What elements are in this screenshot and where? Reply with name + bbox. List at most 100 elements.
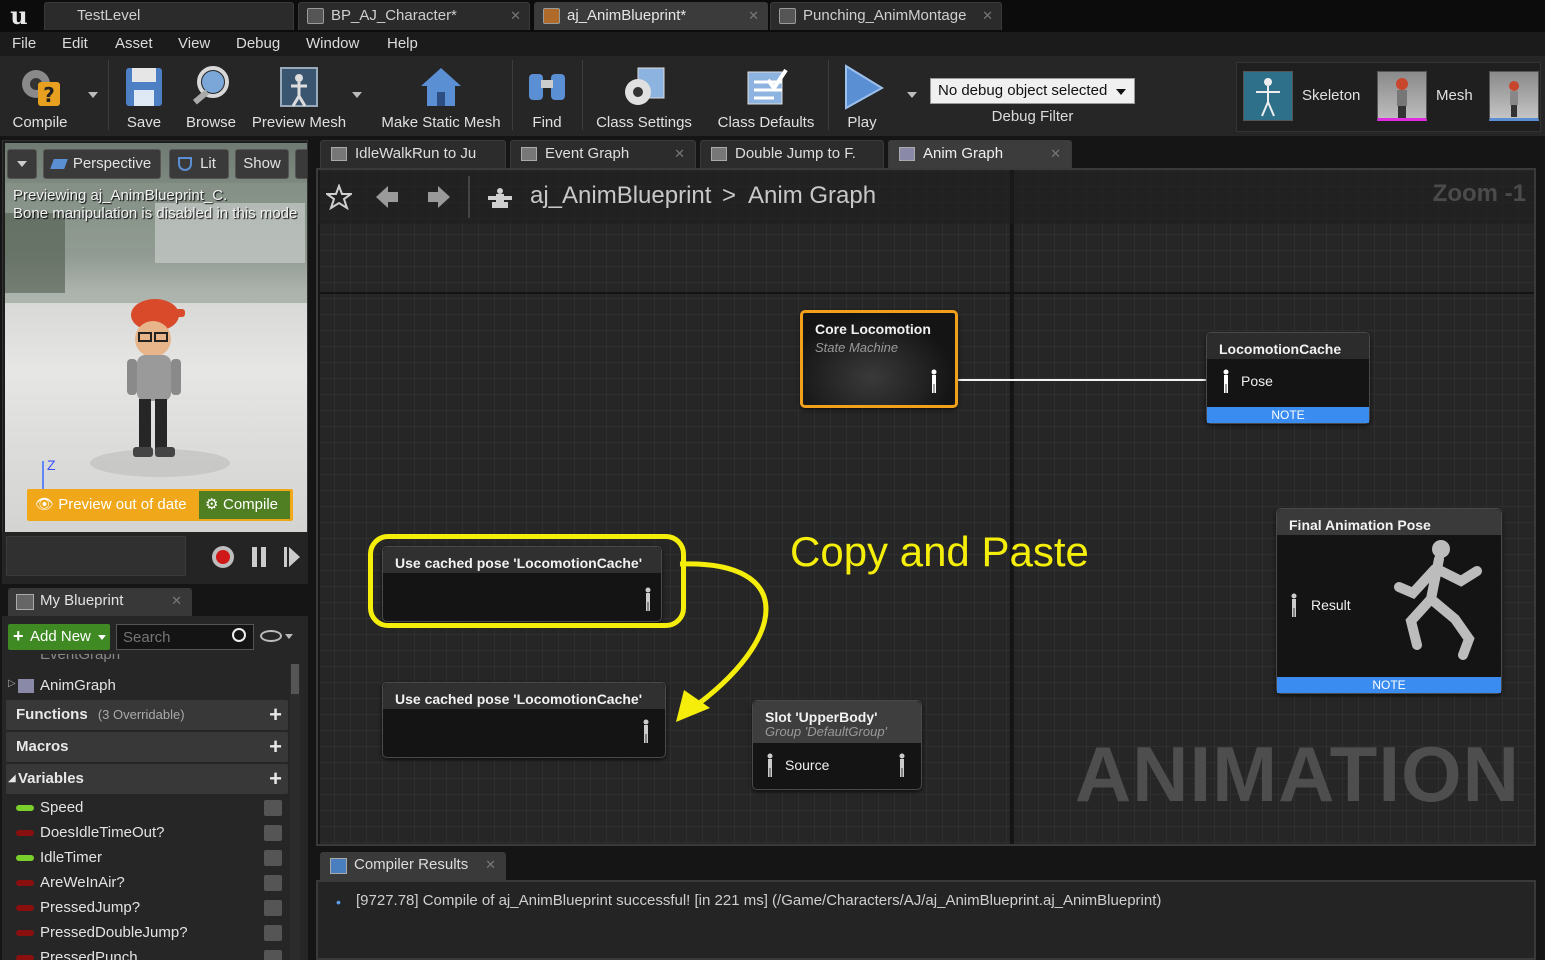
variable-item[interactable]: AreWeInAir? [12, 871, 284, 895]
preview-mesh-chevron-down-icon[interactable] [352, 92, 362, 98]
menu-file[interactable]: File [12, 35, 36, 52]
mesh-thumbnail[interactable] [1377, 71, 1427, 121]
class-defaults-button[interactable]: Class Defaults [712, 60, 820, 132]
expanded-arrow-icon[interactable]: ◢ [8, 764, 16, 794]
chevron-down-icon [17, 161, 27, 168]
core-locomotion-node[interactable]: Core Locomotion State Machine [800, 310, 958, 408]
tab-testlevel[interactable]: TestLevel [44, 2, 294, 30]
menu-edit[interactable]: Edit [62, 35, 88, 52]
viewport-more-button[interactable] [295, 149, 307, 179]
visibility-eye-icon[interactable] [260, 630, 282, 642]
close-icon[interactable]: ✕ [485, 852, 496, 878]
anim-graph-canvas[interactable]: aj_AnimBlueprint > Anim Graph Zoom -1 Co… [316, 168, 1536, 846]
visibility-toggle-icon[interactable] [264, 800, 282, 816]
pose-pin-icon[interactable] [1221, 369, 1231, 393]
scrollbar[interactable] [290, 664, 300, 960]
browse-button[interactable]: Browse [180, 60, 242, 132]
use-cached-pose-node-copy[interactable]: Use cached pose 'LocomotionCache' [382, 682, 666, 758]
viewport-options-button[interactable] [7, 149, 37, 179]
debug-object-select[interactable]: No debug object selected [930, 78, 1135, 104]
compile-button[interactable]: ? Compile [4, 60, 76, 132]
tree-item-eventgraph[interactable]: EventGraph [6, 654, 288, 666]
node-title: Core Locomotion [815, 321, 931, 337]
unreal-logo-icon[interactable]: u [4, 3, 34, 29]
close-icon[interactable]: ✕ [748, 3, 759, 29]
pose-pin-icon[interactable] [929, 369, 939, 393]
close-icon[interactable]: ✕ [982, 3, 993, 29]
close-icon[interactable]: ✕ [510, 3, 521, 29]
lit-button[interactable]: Lit [169, 149, 229, 179]
add-function-icon[interactable]: + [269, 700, 282, 730]
menu-window[interactable]: Window [306, 35, 359, 52]
compile-label: Compile [12, 114, 68, 131]
variable-item[interactable]: Speed [12, 796, 284, 820]
tab-compiler-results[interactable]: Compiler Results ✕ [320, 852, 506, 880]
expand-arrow-icon[interactable]: ▷ [8, 678, 16, 689]
scrollbar-thumb[interactable] [291, 664, 299, 694]
make-static-mesh-button[interactable]: Make Static Mesh [376, 60, 506, 132]
variable-item[interactable]: PressedJump? [12, 896, 284, 920]
class-settings-button[interactable]: Class Settings [590, 60, 698, 132]
visibility-toggle-icon[interactable] [264, 900, 282, 916]
output-pin-icon[interactable] [897, 753, 907, 777]
variable-item[interactable]: DoesIdleTimeOut? [12, 821, 284, 845]
variable-item[interactable]: IdleTimer [12, 846, 284, 870]
compiler-message[interactable]: [9727.78] Compile of aj_AnimBlueprint su… [356, 892, 1161, 909]
perspective-button[interactable]: Perspective [43, 149, 161, 179]
add-variable-icon[interactable]: + [269, 764, 282, 794]
variable-item[interactable]: PressedPunch [12, 946, 284, 960]
tab-punching-animmontage[interactable]: Punching_AnimMontage ✕ [770, 2, 1002, 30]
tab-idlewalkrun-to-jump[interactable]: IdleWalkRun to Ju [320, 140, 506, 168]
save-label: Save [126, 114, 162, 131]
tab-anim-graph[interactable]: Anim Graph ✕ [888, 140, 1072, 168]
viewport-compile-button[interactable]: Compile [199, 491, 290, 519]
menu-view[interactable]: View [178, 35, 210, 52]
functions-section[interactable]: Functions (3 Overridable) + [6, 700, 288, 730]
result-pin-icon[interactable] [1289, 593, 1299, 617]
visibility-toggle-icon[interactable] [264, 950, 282, 960]
tab-aj-animblueprint[interactable]: aj_AnimBlueprint* ✕ [534, 2, 768, 30]
tab-double-jump[interactable]: Double Jump to F. [700, 140, 884, 168]
chevron-down-icon[interactable] [285, 634, 293, 639]
add-new-button[interactable]: Add New [8, 623, 110, 650]
visibility-toggle-icon[interactable] [264, 875, 282, 891]
menu-asset[interactable]: Asset [115, 35, 153, 52]
menu-help[interactable]: Help [387, 35, 418, 52]
variable-item[interactable]: PressedDoubleJump? [12, 921, 284, 945]
tab-my-blueprint[interactable]: My Blueprint ✕ [8, 588, 192, 616]
add-macro-icon[interactable]: + [269, 732, 282, 762]
source-pin-icon[interactable] [765, 753, 775, 777]
visibility-toggle-icon[interactable] [264, 925, 282, 941]
locomotion-cache-node[interactable]: LocomotionCache Pose NOTE [1206, 332, 1370, 424]
visibility-toggle-icon[interactable] [264, 825, 282, 841]
show-button[interactable]: Show [235, 149, 289, 179]
menu-debug[interactable]: Debug [236, 35, 280, 52]
mesh-label[interactable]: Mesh [1436, 87, 1473, 104]
find-button[interactable]: Find [518, 60, 576, 132]
timeline-area[interactable] [6, 536, 186, 576]
make-static-mesh-label: Make Static Mesh [381, 114, 501, 131]
slot-upperbody-node[interactable]: Slot 'UpperBody' Group 'DefaultGroup' So… [752, 700, 922, 790]
my-blueprint-label: My Blueprint [40, 592, 124, 609]
play-options-chevron-down-icon[interactable] [907, 92, 917, 98]
tab-event-graph[interactable]: Event Graph ✕ [510, 140, 696, 168]
visibility-toggle-icon[interactable] [264, 850, 282, 866]
preview-mesh-button[interactable]: Preview Mesh [250, 60, 348, 132]
final-animation-pose-node[interactable]: Final Animation Pose Result NOTE [1276, 508, 1502, 694]
compile-options-chevron-down-icon[interactable] [88, 92, 98, 98]
tab-bp-aj-character[interactable]: BP_AJ_Character* ✕ [298, 2, 530, 30]
pose-pin-icon[interactable] [641, 719, 651, 743]
skeleton-thumbnail[interactable] [1243, 71, 1293, 121]
close-icon[interactable]: ✕ [1050, 141, 1061, 167]
close-icon[interactable]: ✕ [171, 588, 182, 614]
close-icon[interactable]: ✕ [674, 141, 685, 167]
variables-section[interactable]: ◢ Variables + [6, 764, 288, 794]
save-button[interactable]: Save [116, 60, 172, 132]
macros-section[interactable]: Macros + [6, 732, 288, 762]
play-button[interactable]: Play [834, 60, 890, 132]
skeleton-label[interactable]: Skeleton [1302, 87, 1360, 104]
animation-thumbnail[interactable] [1489, 71, 1539, 121]
perspective-label: Perspective [72, 155, 152, 172]
tree-item-animgraph[interactable]: ▷ AnimGraph [6, 676, 288, 698]
preview-viewport[interactable]: Z Perspective Lit Show Previewing aj_Ani… [2, 140, 308, 580]
